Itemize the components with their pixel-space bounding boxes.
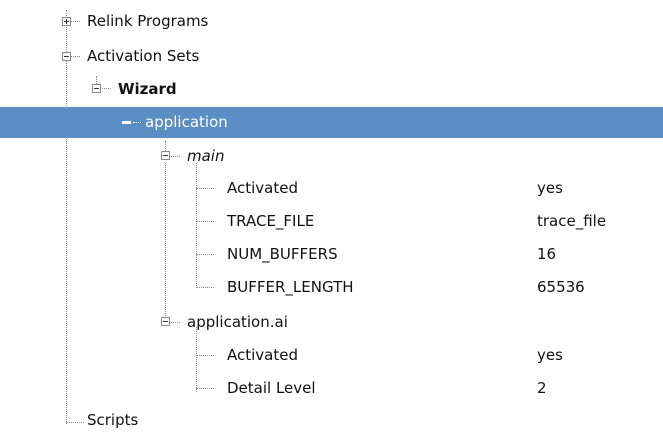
property-row-activated[interactable]: Activated yes <box>0 173 663 204</box>
property-row-activated[interactable]: Activated yes <box>0 340 663 371</box>
collapse-minus-icon[interactable] <box>122 118 131 127</box>
tree-node-label: application <box>145 113 228 131</box>
property-name: TRACE_FILE <box>227 212 315 230</box>
property-name: Activated <box>227 179 298 197</box>
property-row-trace-file[interactable]: TRACE_FILE trace_file <box>0 206 663 237</box>
expand-plus-icon[interactable] <box>62 17 71 26</box>
tree-node-label: Wizard <box>118 80 177 98</box>
property-name: BUFFER_LENGTH <box>227 278 354 296</box>
tree-node-application-ai[interactable]: application.ai <box>0 307 663 338</box>
tree-line <box>133 122 141 123</box>
collapse-minus-icon[interactable] <box>161 151 170 160</box>
property-name: Activated <box>227 346 298 364</box>
tree-node-wizard[interactable]: Wizard <box>0 74 663 105</box>
collapse-minus-icon[interactable] <box>161 317 170 326</box>
tree-node-label: Activation Sets <box>87 47 200 65</box>
property-value[interactable]: 2 <box>537 377 547 399</box>
property-name: NUM_BUFFERS <box>227 245 338 263</box>
property-value[interactable]: 16 <box>537 243 556 265</box>
tree-node-label: Scripts <box>87 411 139 429</box>
tree-node-label: Relink Programs <box>87 12 209 30</box>
tree-node-label: main <box>187 147 225 165</box>
tree-node-relink-programs[interactable]: Relink Programs <box>0 6 663 37</box>
tree-node-activation-sets[interactable]: Activation Sets <box>0 41 663 72</box>
tree-node-application[interactable]: application <box>0 107 663 138</box>
tree-node-main[interactable]: main <box>0 141 663 172</box>
property-name: Detail Level <box>227 379 316 397</box>
property-value[interactable]: yes <box>537 344 563 366</box>
property-value[interactable]: trace_file <box>537 210 606 232</box>
property-value[interactable]: 65536 <box>537 276 585 298</box>
property-row-detail-level[interactable]: Detail Level 2 <box>0 373 663 404</box>
property-row-num-buffers[interactable]: NUM_BUFFERS 16 <box>0 239 663 270</box>
property-row-buffer-length[interactable]: BUFFER_LENGTH 65536 <box>0 272 663 303</box>
collapse-minus-icon[interactable] <box>92 84 101 93</box>
tree-node-label: application.ai <box>187 313 288 331</box>
tree-node-scripts[interactable]: Scripts <box>0 405 663 432</box>
collapse-minus-icon[interactable] <box>62 52 71 61</box>
property-value[interactable]: yes <box>537 177 563 199</box>
activation-tree: Relink Programs Activation Sets Wizard a… <box>0 0 663 432</box>
